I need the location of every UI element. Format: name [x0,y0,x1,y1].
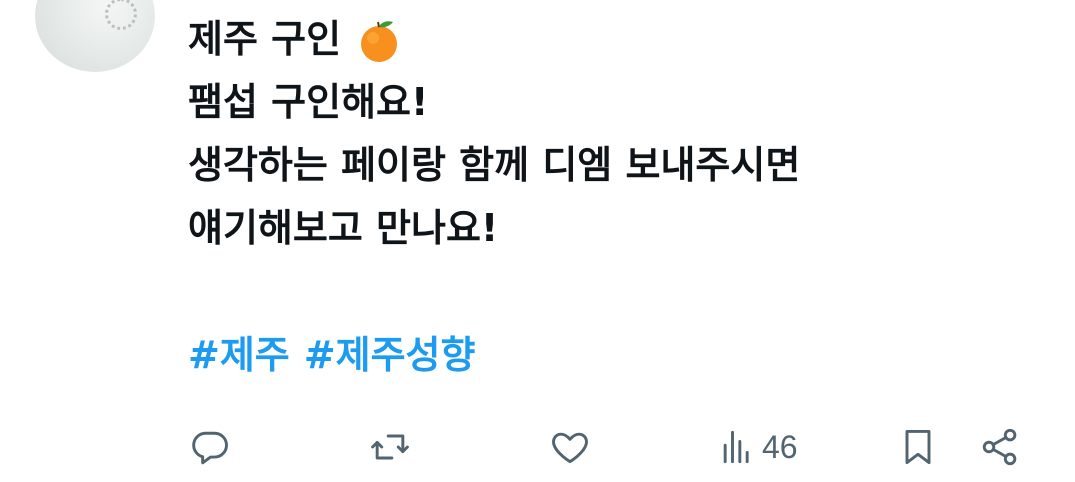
tweet-text-line-1: 팸섭 구인해요! [188,80,429,124]
heart-icon [548,425,592,469]
hashtag-link[interactable]: #제주 [188,333,290,377]
views-count: 46 [762,428,798,465]
hashtag-link[interactable]: #제주성향 [304,333,476,377]
views-icon [716,425,760,469]
avatar[interactable] [35,0,155,72]
reply-icon [188,425,232,469]
tweet-text-line-3: 얘기해보고 만나요! [188,206,499,250]
bookmark-icon [896,425,940,469]
retweet-button[interactable] [368,425,412,469]
tweet-text-line-2: 생각하는 페이랑 함께 디엠 보내주시면 [188,143,801,187]
tweet-title: 제주 구인 [188,17,342,61]
hashtag-list: #제주 #제주성향 [188,324,1058,387]
share-icon [978,425,1022,469]
like-button[interactable] [548,425,592,469]
tweet-body: 제주 구인 팸섭 구인해요! 생각하는 페이랑 함께 디엠 보내주시면 얘기해보… [188,8,1058,387]
bookmark-button[interactable] [896,425,940,469]
views-button[interactable]: 46 [716,425,798,469]
reply-button[interactable] [188,425,232,469]
tangerine-icon [355,16,403,64]
tweet-action-bar: 46 [188,425,1028,475]
retweet-icon [368,425,412,469]
share-button[interactable] [978,425,1022,469]
tweet-title-line: 제주 구인 [188,8,1058,71]
avatar-lace-detail [105,0,137,30]
